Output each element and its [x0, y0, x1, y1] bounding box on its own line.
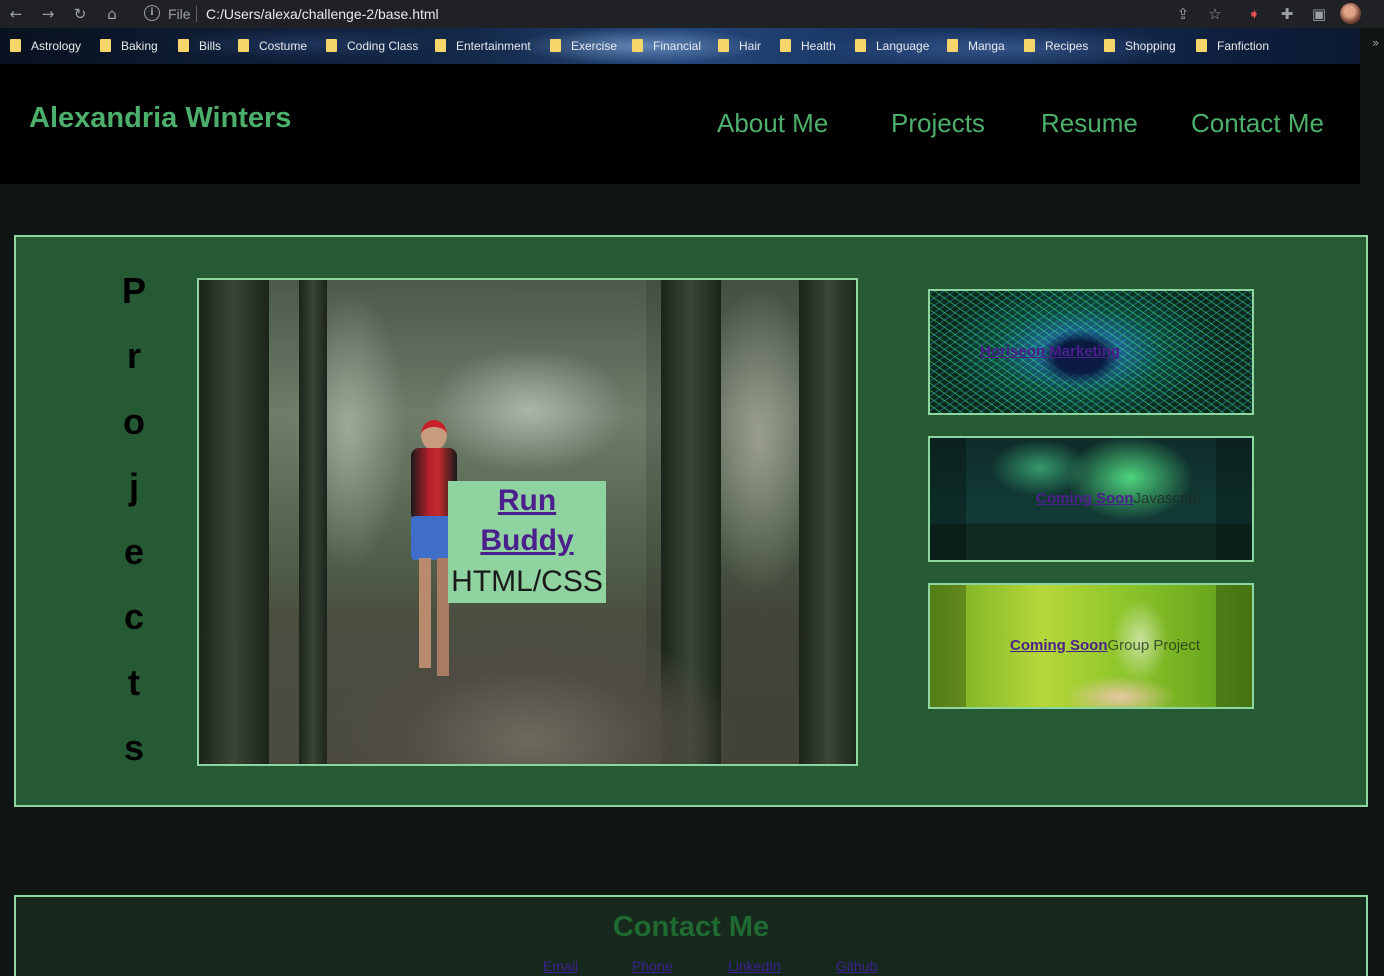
project-card-horiseon: Horiseon Marketing: [928, 289, 1254, 415]
contact-linkedin-link[interactable]: LinkedIn: [728, 958, 781, 974]
project-link[interactable]: Horiseon Marketing: [980, 343, 1120, 360]
project-card-group: Coming SoonGroup Project: [928, 583, 1254, 709]
nav-resume[interactable]: Resume: [1041, 108, 1138, 139]
bookmarks-bar: Astrology Baking Bills Costume Coding Cl…: [0, 28, 1360, 64]
folder-icon: [780, 39, 791, 52]
forward-icon[interactable]: →: [37, 4, 59, 24]
folder-icon: [632, 39, 643, 52]
project-card-caption: Coming SoonGroup Project: [1010, 637, 1200, 654]
bookmark-health[interactable]: Health: [780, 38, 836, 54]
project-card-javascript: Coming SoonJavascript: [928, 436, 1254, 562]
back-icon[interactable]: ←: [5, 4, 27, 24]
share-icon[interactable]: ⇪: [1172, 4, 1194, 24]
contact-title: Contact Me: [612, 911, 770, 943]
extension-icon[interactable]: ➧: [1243, 4, 1265, 24]
featured-project-card: Run Buddy HTML/CSS: [197, 278, 858, 766]
featured-project-tech: HTML/CSS: [451, 565, 603, 598]
folder-icon: [550, 39, 561, 52]
project-tech: Javascript: [1133, 490, 1202, 507]
browser-toolbar: ← → ↻ ⌂ i File C:/Users/alexa/challenge-…: [0, 0, 1384, 28]
heading-letter: e: [123, 531, 145, 573]
folder-icon: [178, 39, 189, 52]
bookmark-language[interactable]: Language: [855, 38, 929, 54]
bookmark-astrology[interactable]: Astrology: [10, 38, 81, 54]
address-bar[interactable]: i File C:/Users/alexa/challenge-2/base.h…: [136, 2, 1236, 26]
folder-icon: [435, 39, 446, 52]
thumbnail-edge: [1216, 438, 1252, 560]
folder-icon: [1196, 39, 1207, 52]
bookmark-financial[interactable]: Financial: [632, 38, 701, 54]
folder-icon: [100, 39, 111, 52]
heading-letter: c: [123, 596, 145, 638]
folder-icon: [718, 39, 729, 52]
thumbnail-edge: [930, 585, 966, 707]
url-scheme: File: [168, 6, 191, 22]
project-link[interactable]: Coming Soon: [1010, 637, 1108, 654]
project-tech: Group Project: [1107, 637, 1201, 654]
contact-section: Contact Me Email Phone LinkedIn Github: [14, 895, 1368, 976]
bookmark-shopping[interactable]: Shopping: [1104, 38, 1176, 54]
bookmark-coding-class[interactable]: Coding Class: [326, 38, 418, 54]
featured-project-link[interactable]: Run Buddy: [448, 481, 606, 561]
projects-vertical-heading: P r o j e c t s: [116, 269, 152, 791]
forest-trail: [319, 590, 739, 764]
sidebar-icon[interactable]: ▣: [1308, 4, 1330, 24]
projects-section: P r o j e c t s Run Buddy HTML/CSS Horis…: [14, 235, 1368, 807]
folder-icon: [238, 39, 249, 52]
thumbnail-edge: [930, 438, 966, 560]
bookmark-baking[interactable]: Baking: [100, 38, 158, 54]
heading-letter: o: [123, 400, 145, 442]
heading-letter: j: [128, 465, 139, 507]
nav-projects[interactable]: Projects: [891, 108, 985, 139]
folder-icon: [326, 39, 337, 52]
site-header: Alexandria Winters About Me Projects Res…: [0, 64, 1360, 184]
project-card-caption: Horiseon Marketing: [980, 343, 1120, 360]
bookmark-exercise[interactable]: Exercise: [550, 38, 617, 54]
folder-icon: [1024, 39, 1035, 52]
thumbnail-edge: [1216, 585, 1252, 707]
heading-letter: t: [128, 661, 140, 703]
contact-email-link[interactable]: Email: [543, 958, 578, 974]
bookmarks-overflow-icon[interactable]: »: [1372, 36, 1379, 50]
forest-tree: [199, 280, 269, 764]
address-bar-divider: [196, 6, 197, 22]
url-text[interactable]: C:/Users/alexa/challenge-2/base.html: [206, 6, 439, 22]
reload-icon[interactable]: ↻: [69, 4, 91, 24]
nav-about-me[interactable]: About Me: [717, 108, 828, 139]
folder-icon: [855, 39, 866, 52]
project-card-caption: Coming SoonJavascript: [1036, 490, 1201, 507]
contact-phone-link[interactable]: Phone: [632, 958, 672, 974]
star-icon[interactable]: ☆: [1204, 4, 1226, 24]
profile-avatar[interactable]: [1340, 3, 1361, 24]
contact-github-link[interactable]: Github: [836, 958, 877, 974]
home-icon[interactable]: ⌂: [101, 4, 123, 24]
bookmark-manga[interactable]: Manga: [947, 38, 1005, 54]
project-link[interactable]: Coming Soon: [1036, 490, 1134, 507]
heading-letter: r: [126, 335, 141, 377]
folder-icon: [947, 39, 958, 52]
nav-contact-me[interactable]: Contact Me: [1191, 108, 1324, 139]
bookmark-fanfiction[interactable]: Fanfiction: [1196, 38, 1269, 54]
site-title: Alexandria Winters: [29, 102, 292, 134]
heading-letter: s: [123, 727, 145, 769]
folder-icon: [10, 39, 21, 52]
bookmark-costume[interactable]: Costume: [238, 38, 307, 54]
heading-letter: P: [121, 270, 146, 311]
bookmark-recipes[interactable]: Recipes: [1024, 38, 1088, 54]
puzzle-icon[interactable]: ✚: [1276, 4, 1298, 24]
bookmark-hair[interactable]: Hair: [718, 38, 761, 54]
featured-project-caption: Run Buddy HTML/CSS: [448, 481, 606, 603]
bookmark-bills[interactable]: Bills: [178, 38, 221, 54]
forest-tree: [799, 280, 856, 764]
bookmark-entertainment[interactable]: Entertainment: [435, 38, 531, 54]
folder-icon: [1104, 39, 1115, 52]
site-info-icon[interactable]: i: [144, 5, 160, 21]
